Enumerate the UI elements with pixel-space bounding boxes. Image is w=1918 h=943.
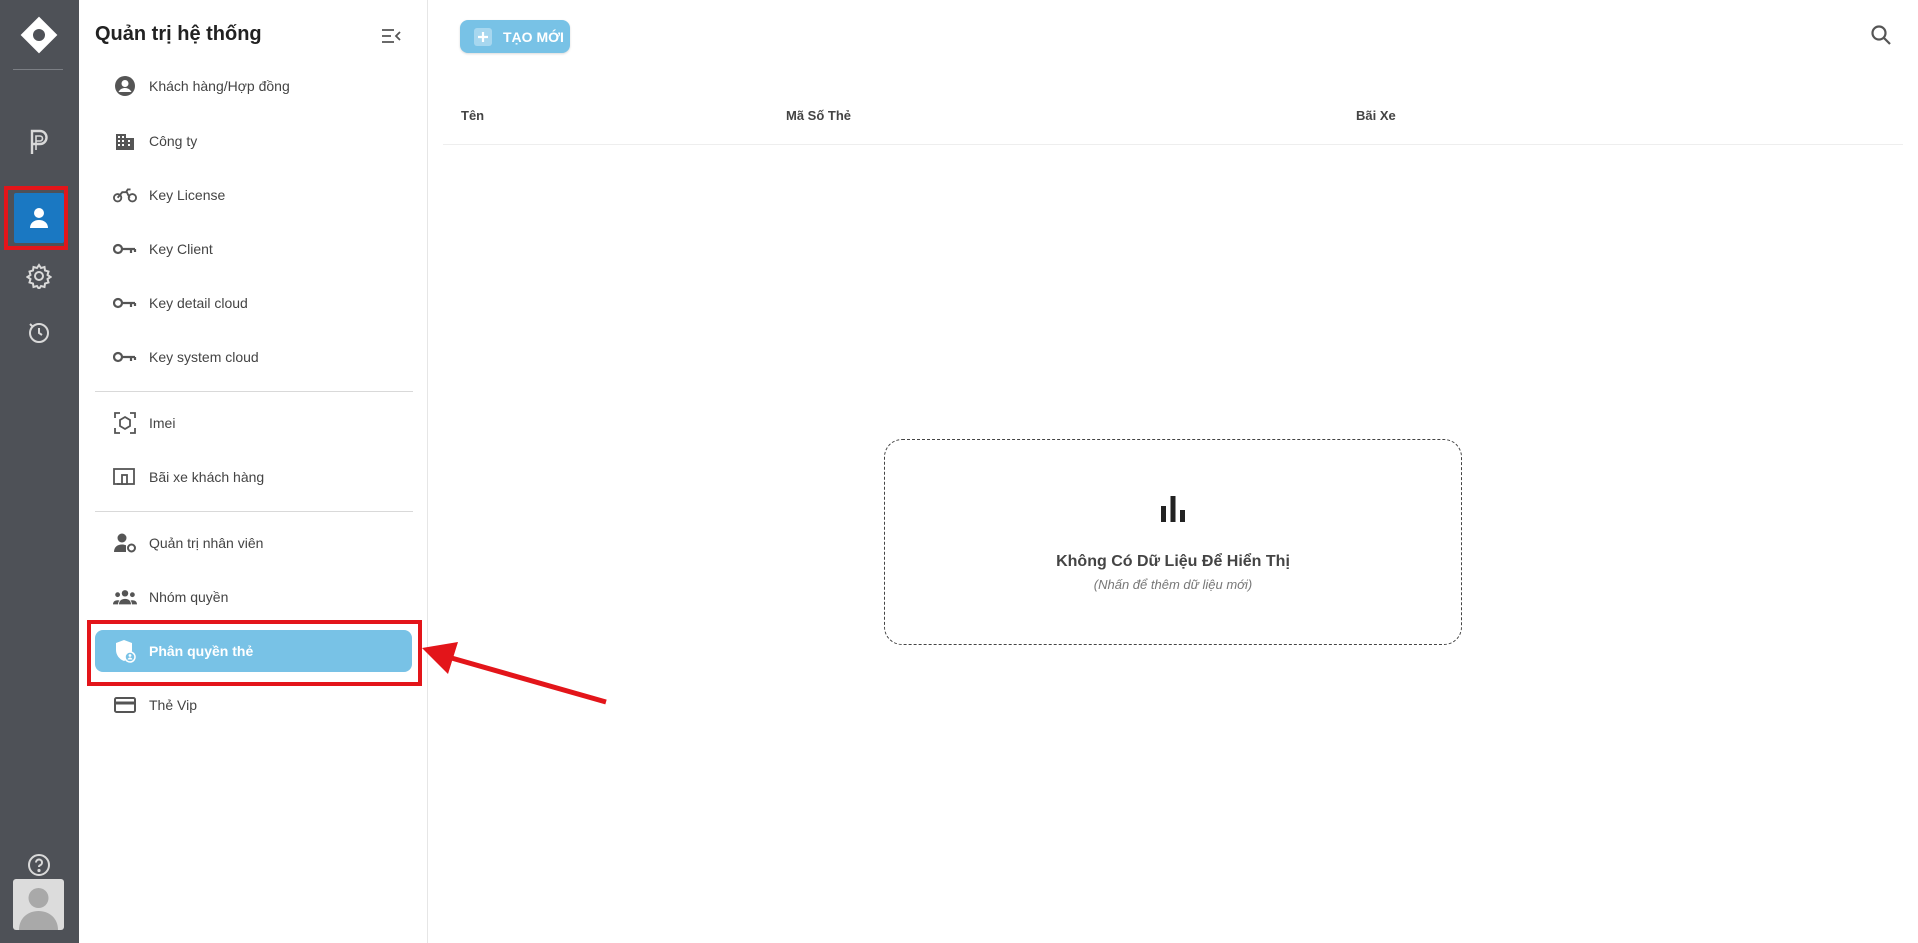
user-settings-icon [113,531,137,555]
sidebar-item-label: Bãi xe khách hàng [149,469,265,485]
key-icon [113,237,137,261]
imei-scan-icon [113,411,137,435]
sidebar-item-key-system-cloud[interactable]: Key system cloud [95,336,412,378]
app-rail [0,0,79,943]
sidebar-item-label: Thẻ Vip [149,697,197,713]
sidebar-item-key-detail-cloud[interactable]: Key detail cloud [95,282,412,324]
sidebar-item-company[interactable]: Công ty [95,120,412,162]
account-circle-icon [113,74,137,98]
plus-icon [474,27,492,46]
annotation-rail-highlight [4,186,68,250]
column-header-parking-lot[interactable]: Bãi Xe [1356,108,1396,123]
building-icon [113,129,137,153]
history-icon[interactable] [24,317,54,347]
sidebar-item-label: Nhóm quyền [149,589,229,605]
sidebar-divider [95,511,413,512]
sidebar: Quản trị hệ thống Khách hàng/Hợp đồng Cô… [79,0,428,943]
sidebar-item-key-license[interactable]: Key License [95,174,412,216]
sidebar-item-key-client[interactable]: Key Client [95,228,412,270]
sidebar-item-permission-groups[interactable]: Nhóm quyền [95,576,412,618]
motorbike-icon [113,183,137,207]
empty-state-subtitle: (Nhấn để thêm dữ liệu mới) [1093,577,1253,592]
gear-icon[interactable] [24,261,54,291]
sidebar-item-label: Quản trị nhân viên [149,535,264,551]
parking-icon[interactable] [24,127,54,157]
bar-chart-icon [1161,496,1185,522]
empty-state-title: Không Có Dữ Liệu Để Hiển Thị [1056,553,1290,570]
sidebar-item-vip-card[interactable]: Thẻ Vip [95,684,412,726]
devices-icon [113,465,137,489]
annotation-menu-highlight [87,620,422,686]
create-new-label: TẠO MỚI [503,28,564,45]
group-icon [113,585,137,609]
sidebar-item-label: Key detail cloud [149,295,248,311]
sidebar-item-label: Key License [149,187,226,203]
table-header-divider [443,144,1903,145]
credit-card-icon [113,693,137,717]
sidebar-item-label: Key Client [149,241,213,257]
empty-state[interactable]: Không Có Dữ Liệu Để Hiển Thị (Nhấn để th… [884,439,1462,645]
collapse-menu-icon[interactable] [380,26,402,46]
annotation-arrow [422,642,607,705]
help-icon[interactable] [24,850,54,880]
sidebar-item-label: Công ty [149,133,198,149]
sidebar-item-imei[interactable]: Imei [95,402,412,444]
sidebar-item-label: Key system cloud [149,349,259,365]
avatar[interactable] [13,879,64,930]
sidebar-item-customers[interactable]: Khách hàng/Hợp đồng [95,65,412,107]
search-icon[interactable] [1870,24,1892,46]
create-new-button[interactable]: TẠO MỚI [460,20,570,53]
column-header-name[interactable]: Tên [461,108,484,123]
sidebar-item-label: Khách hàng/Hợp đồng [149,78,290,94]
app-logo[interactable] [20,16,58,54]
key-icon [113,291,137,315]
sidebar-title: Quản trị hệ thống [95,23,262,45]
sidebar-divider [95,391,413,392]
sidebar-item-customer-parking[interactable]: Bãi xe khách hàng [95,456,412,498]
sidebar-item-staff-admin[interactable]: Quản trị nhân viên [95,522,412,564]
sidebar-item-label: Imei [149,415,176,431]
rail-divider [13,69,63,70]
key-icon [113,345,137,369]
column-header-card-number[interactable]: Mã Số Thẻ [786,108,851,123]
